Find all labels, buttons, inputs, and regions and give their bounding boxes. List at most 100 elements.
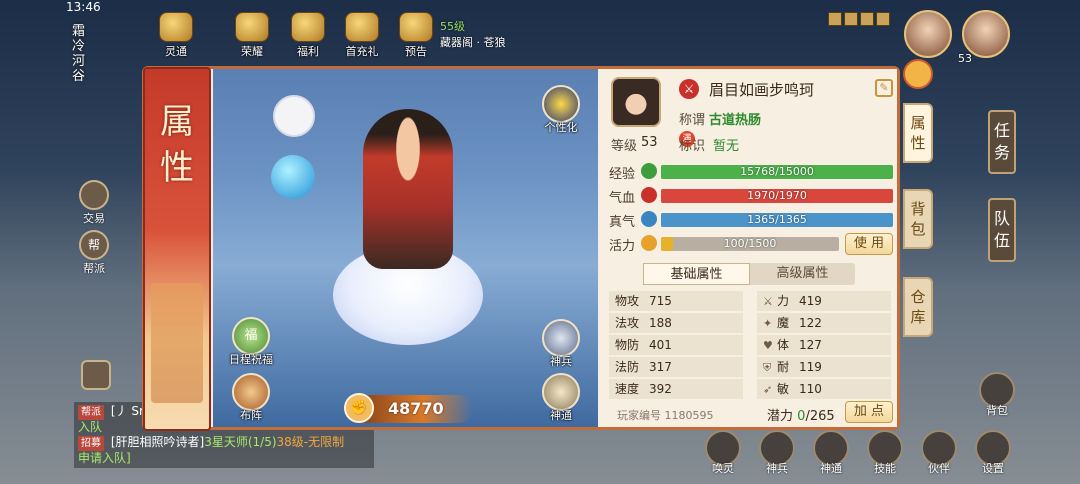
chat-text: [丿 Sr	[110, 404, 144, 418]
potential-total: /265	[805, 409, 835, 424]
stat-cell: ♥ 体 127	[757, 335, 891, 355]
add-points-button[interactable]: 加 点	[845, 401, 893, 423]
strength-icon: ⚔	[763, 295, 773, 308]
bottom-button-jineng[interactable]: 技能	[862, 430, 908, 476]
top-icon-fuli[interactable]: 福利	[288, 12, 328, 59]
weapon-button[interactable]: 神兵	[531, 319, 591, 369]
bottom-button-shentong[interactable]: 神通	[808, 430, 854, 476]
backpack-button[interactable]: 背包	[974, 372, 1020, 418]
tab-basic-attributes[interactable]: 基础属性	[643, 263, 750, 285]
stat-label: 魔	[777, 316, 790, 330]
chat-line: 招募 [肝胆相照吟诗者]3星天师(1/5)38级-无限制	[78, 435, 370, 451]
buff-icon	[876, 12, 890, 26]
fist-icon: ✊	[344, 393, 374, 423]
buddha-icon	[542, 373, 580, 411]
formation-button[interactable]: 布阵	[221, 373, 281, 423]
stat-value: 392	[649, 382, 672, 396]
pet-head	[273, 95, 315, 137]
bottom-button-huoban[interactable]: 伙伴	[916, 430, 962, 476]
side-tab-warehouse[interactable]: 仓库	[903, 277, 933, 337]
formation-label: 布阵	[240, 409, 262, 422]
task-tab[interactable]: 任务	[988, 110, 1016, 174]
formation-icon	[232, 373, 270, 411]
tab-advanced-attributes[interactable]: 高级属性	[750, 263, 855, 285]
chat-player-name: [肝胆相照吟诗者]	[110, 435, 205, 449]
bottom-label: 伙伴	[928, 462, 950, 475]
bar-label: 活力	[609, 239, 636, 254]
flower-ornament-icon	[903, 59, 933, 89]
trade-button[interactable]: 交易	[74, 180, 114, 226]
divine-button[interactable]: 神通	[531, 373, 591, 423]
character-info: ⚔ 眉目如画步鸣珂 ✎ 称谓 古道热肠 等级 53 满 标识 暂无 经验 157…	[599, 69, 897, 427]
divine-label: 神通	[550, 409, 572, 422]
chat-bubble-icon	[81, 360, 111, 390]
blessing-icon: 福	[232, 317, 270, 355]
bottom-button-shezhi[interactable]: 设置	[970, 430, 1016, 476]
top-icon-shouchongli[interactable]: 首充礼	[342, 12, 382, 59]
character-model	[363, 109, 453, 269]
gift-icon	[291, 12, 325, 42]
stat-value: 317	[649, 360, 672, 374]
faction-icon: 帮	[79, 230, 109, 260]
stat-cell: ⛨ 耐 119	[757, 357, 891, 377]
stat-value: 119	[799, 360, 822, 374]
hp-bar-row: 气血 1970/1970	[609, 185, 893, 206]
bottom-label: 神通	[820, 462, 842, 475]
stat-label: 物防	[615, 338, 640, 352]
mp-bar: 1365/1365	[661, 213, 893, 227]
stat-cell: 法防 317	[609, 357, 743, 377]
bottom-label: 唤灵	[712, 462, 734, 475]
agility-icon: ➶	[763, 383, 773, 396]
stat-cell: ⚔ 力 419	[757, 291, 891, 311]
use-button[interactable]: 使 用	[845, 233, 893, 255]
top-icon-lingtong[interactable]: 灵通	[156, 12, 196, 59]
stat-cell: ➶ 敏 110	[757, 379, 891, 399]
blood-drop-icon	[641, 187, 657, 203]
preview-level: 55级	[440, 20, 465, 33]
attribute-tabs: 基础属性 高级属性	[643, 263, 855, 285]
title-value: 古道热肠	[709, 113, 762, 128]
side-tab-attributes[interactable]: 属性	[903, 103, 933, 163]
bar-label: 气血	[609, 191, 636, 206]
stat-value: 110	[799, 382, 822, 396]
backpack-label: 背包	[986, 404, 1008, 417]
top-icon-label: 福利	[297, 45, 319, 58]
buff-icon	[828, 12, 842, 26]
trade-label: 交易	[83, 212, 105, 225]
mp-bar-row: 真气 1365/1365	[609, 209, 893, 230]
stat-label: 力	[777, 294, 790, 308]
stat-cell: 物攻 715	[609, 291, 743, 311]
chat-button[interactable]	[76, 360, 116, 390]
attribute-panel: 属性 个性化 福 日程祝福 布阵 神兵 神通 ✊ 48770 ⚔ 眉目如画步鸣珂…	[142, 59, 933, 431]
trophy-icon	[235, 12, 269, 42]
status-mini-icons	[828, 12, 890, 26]
side-tab-bag[interactable]: 背包	[903, 189, 933, 249]
top-icon-label: 荣耀	[241, 45, 263, 58]
character-name: 眉目如画步鸣珂	[709, 81, 815, 99]
team-tab[interactable]: 队伍	[988, 198, 1016, 262]
bottom-button-huanling[interactable]: 唤灵	[700, 430, 746, 476]
bottom-button-shenbing[interactable]: 神兵	[754, 430, 800, 476]
personalize-button[interactable]: 个性化	[531, 85, 591, 135]
party-avatar-player[interactable]	[962, 10, 1010, 58]
stat-label: 法攻	[615, 316, 640, 330]
buff-icon	[860, 12, 874, 26]
top-icon-label: 灵通	[165, 45, 187, 58]
chat-channel-tag: 帮派	[78, 405, 104, 420]
hp-bar: 1970/1970	[661, 189, 893, 203]
stat-label: 耐	[777, 360, 790, 374]
lingtong-icon	[159, 12, 193, 42]
faction-button[interactable]: 帮 帮派	[74, 230, 114, 276]
party-avatar-partner[interactable]	[904, 10, 952, 58]
stat-label: 体	[777, 338, 790, 352]
top-icon-rongyao[interactable]: 荣耀	[232, 12, 272, 59]
location-name: 霜冷河谷	[72, 24, 86, 84]
character-viewport[interactable]: 个性化 福 日程祝福 布阵 神兵 神通 ✊ 48770	[213, 69, 598, 427]
magic-icon: ✦	[763, 317, 773, 330]
blessing-button[interactable]: 福 日程祝福	[221, 317, 281, 367]
stat-value: 122	[799, 316, 822, 330]
trade-icon	[79, 180, 109, 210]
top-icon-yugao[interactable]: 预告	[396, 12, 436, 59]
edit-icon[interactable]: ✎	[875, 79, 893, 97]
stat-value: 127	[799, 338, 822, 352]
